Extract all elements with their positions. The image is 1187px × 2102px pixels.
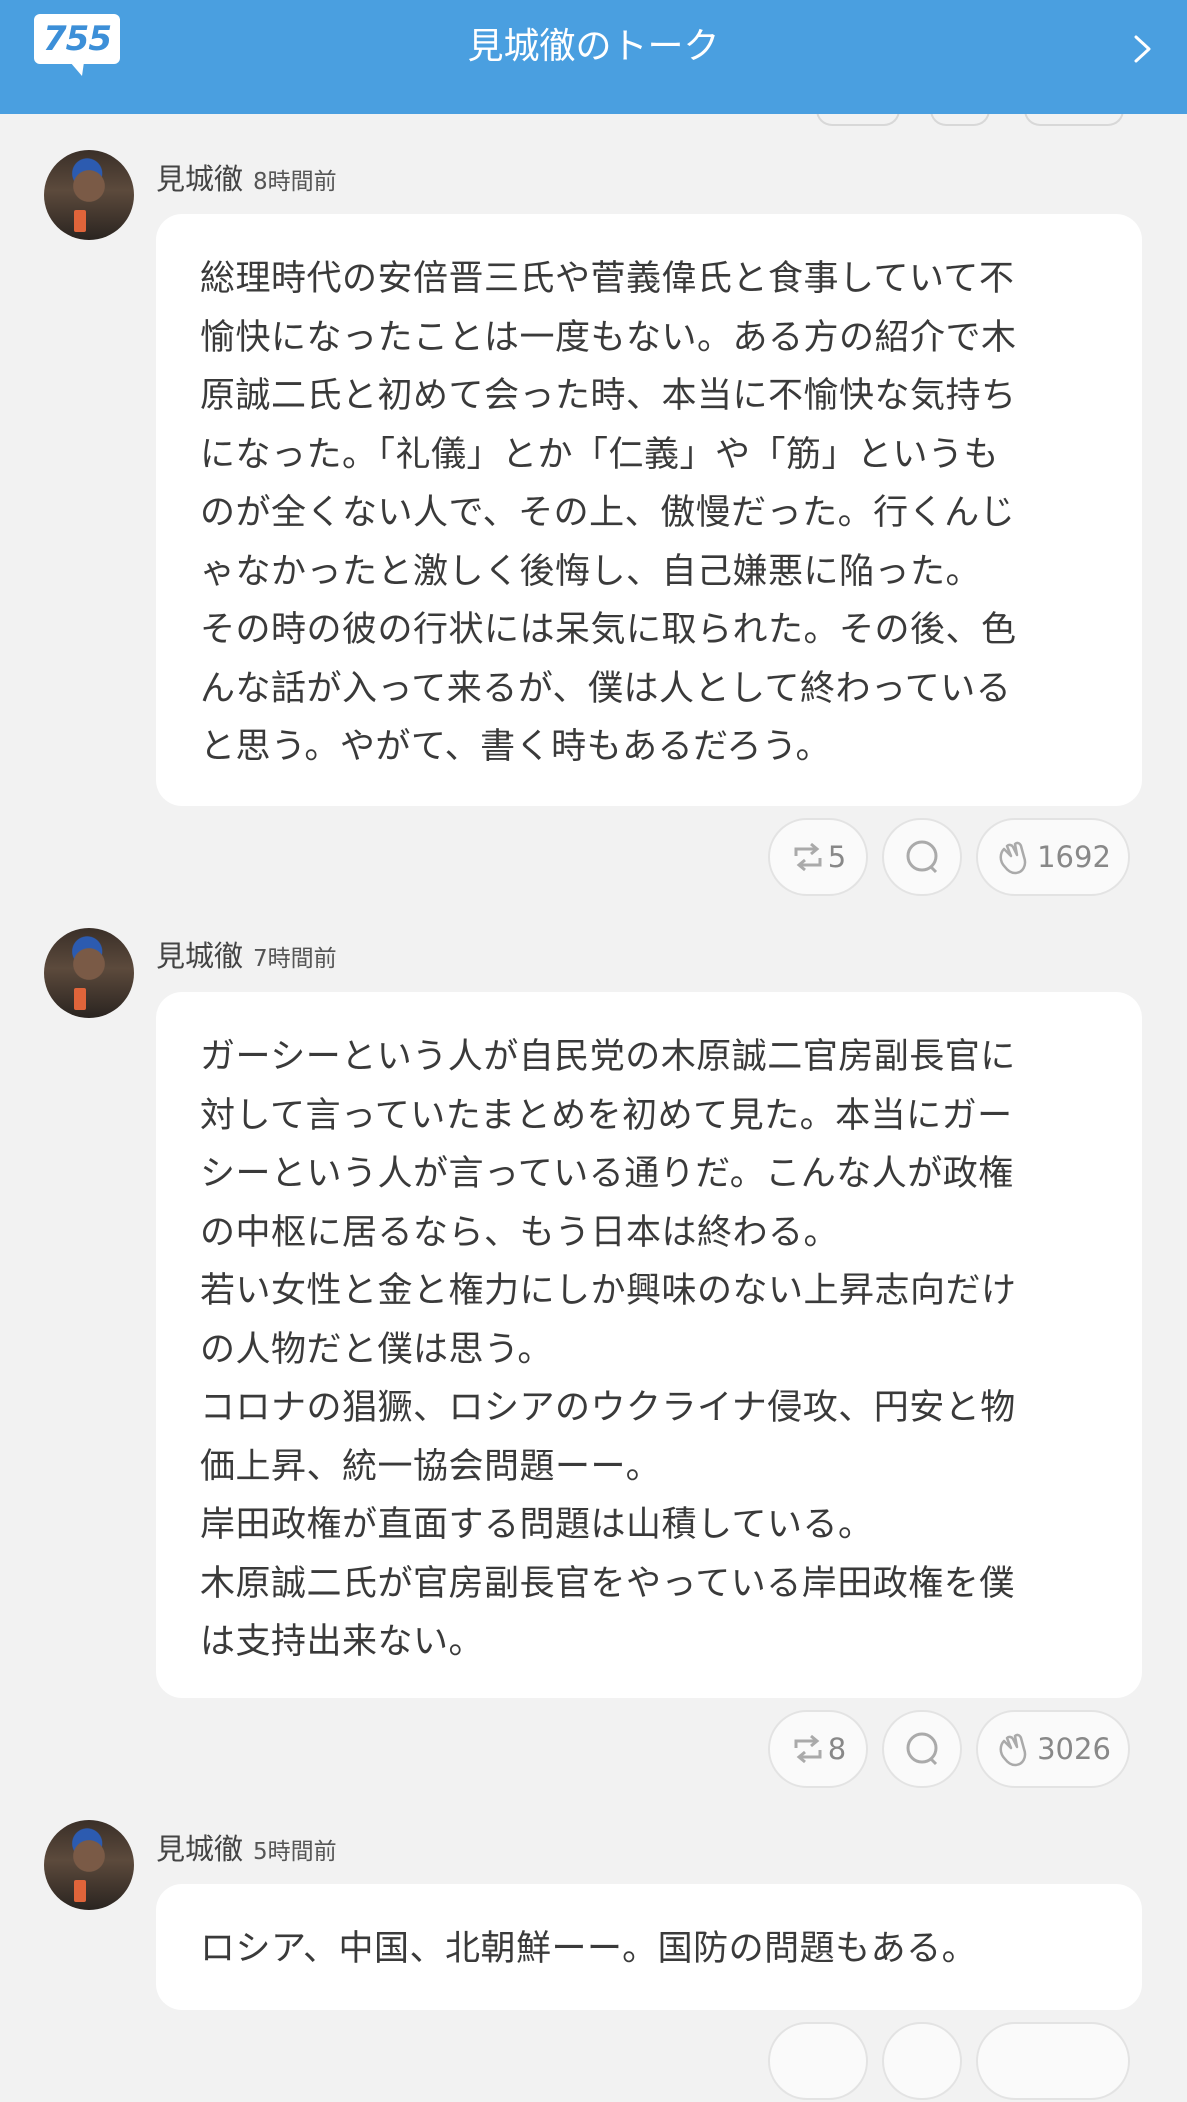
- message-line: その時の彼の行状には呆気に取られた。その後、色: [200, 610, 1017, 650]
- comment-icon: [906, 1732, 938, 1766]
- post-time: 8時間前: [253, 169, 337, 195]
- post-actions: 5 1692: [0, 818, 1187, 898]
- chevron-right-icon[interactable]: [1125, 32, 1159, 66]
- message-line: になった。「礼儀」とか「仁義」や「筋」というも: [200, 434, 1000, 475]
- post-time: 5時間前: [253, 1839, 337, 1865]
- message-line: 愉快になったことは一度もない。ある方の紹介で木: [200, 317, 1017, 358]
- repost-count: 5: [827, 840, 847, 874]
- repost-icon: [794, 842, 822, 872]
- message-line: と思う。やがて、書く時もあるだろう。: [200, 727, 831, 767]
- message-line: ロシア、中国、北朝鮮ーー。国防の問題もある。: [200, 1929, 978, 1969]
- message-line: の人物だと僕は思う。: [200, 1329, 553, 1370]
- post-actions: [0, 2022, 1187, 2102]
- message-line: 対して言っていたまとめを初めて見た。本当にガー: [200, 1095, 1013, 1136]
- message-line: は支持出来ない。: [200, 1622, 485, 1662]
- repost-icon: [794, 1734, 822, 1764]
- clap-button[interactable]: 1692: [976, 818, 1130, 896]
- author-name: 見城徹: [156, 939, 244, 973]
- avatar[interactable]: [44, 928, 134, 1018]
- message-bubble[interactable]: ロシア、中国、北朝鮮ーー。国防の問題もある。: [156, 1884, 1142, 2010]
- message-line: 原誠二氏と初めて会った時、本当に不愉快な気持ち: [200, 376, 1017, 416]
- comment-button[interactable]: [882, 2022, 962, 2100]
- repost-button[interactable]: [768, 2022, 868, 2100]
- message-line: んな話が入って来るが、僕は人として終わっている: [200, 668, 1012, 709]
- comment-button[interactable]: [882, 818, 962, 896]
- message-line: 岸田政権が直面する問題は山積している。: [200, 1505, 874, 1545]
- clap-icon: [999, 1733, 1027, 1767]
- message-line: 価上昇、統一協会問題ーー。: [200, 1446, 662, 1487]
- message-line: 若い女性と金と権力にしか興味のない上昇志向だけ: [200, 1271, 1017, 1311]
- message-line: シーという人が言っている通りだ。こんな人が政権: [200, 1154, 1014, 1194]
- repost-button[interactable]: 8: [768, 1710, 868, 1788]
- repost-count: 8: [827, 1732, 847, 1766]
- clap-count: 3026: [1037, 1732, 1111, 1766]
- page-title: 見城徹のトーク: [467, 26, 720, 67]
- message-line: 総理時代の安倍晋三氏や菅義偉氏と食事していて不: [200, 259, 1015, 299]
- repost-button[interactable]: 5: [768, 818, 868, 896]
- author-name: 見城徹: [156, 1832, 244, 1866]
- post-time: 7時間前: [253, 946, 337, 972]
- avatar[interactable]: [44, 150, 134, 240]
- message-bubble[interactable]: 総理時代の安倍晋三氏や菅義偉氏と食事していて不 愉快になったことは一度もない。あ…: [156, 214, 1142, 806]
- message-line: のが全くない人で、その上、傲慢だった。行くんじ: [200, 493, 1016, 533]
- message-line: ガーシーという人が自民党の木原誠二官房副長官に: [200, 1037, 1016, 1077]
- message-bubble[interactable]: ガーシーという人が自民党の木原誠二官房副長官に 対して言っていたまとめを初めて見…: [156, 992, 1142, 1698]
- post-author: 見城徹 5時間前: [156, 1826, 337, 1868]
- comment-icon: [906, 840, 938, 874]
- post-actions: 8 3026: [0, 1710, 1187, 1790]
- clap-icon: [999, 841, 1027, 875]
- avatar[interactable]: [44, 1820, 134, 1910]
- post-author: 見城徹 7時間前: [156, 933, 337, 975]
- message-line: の中枢に居るなら、もう日本は終わる。: [200, 1212, 840, 1253]
- post-author: 見城徹 8時間前: [156, 156, 337, 198]
- comment-button[interactable]: [882, 1710, 962, 1788]
- message-line: コロナの猖獗、ロシアのウクライナ侵攻、円安と物: [200, 1388, 1016, 1428]
- author-name: 見城徹: [156, 162, 244, 196]
- message-line: 木原誠二氏が官房副長官をやっている岸田政権を僕: [200, 1563, 1015, 1604]
- clap-count: 1692: [1037, 840, 1111, 874]
- clap-button[interactable]: [976, 2022, 1130, 2100]
- clap-button[interactable]: 3026: [976, 1710, 1130, 1788]
- app-header: 755 見城徹のトーク: [0, 0, 1187, 114]
- message-line: ゃなかったと激しく後悔し、自己嫌悪に陥った。: [200, 551, 982, 592]
